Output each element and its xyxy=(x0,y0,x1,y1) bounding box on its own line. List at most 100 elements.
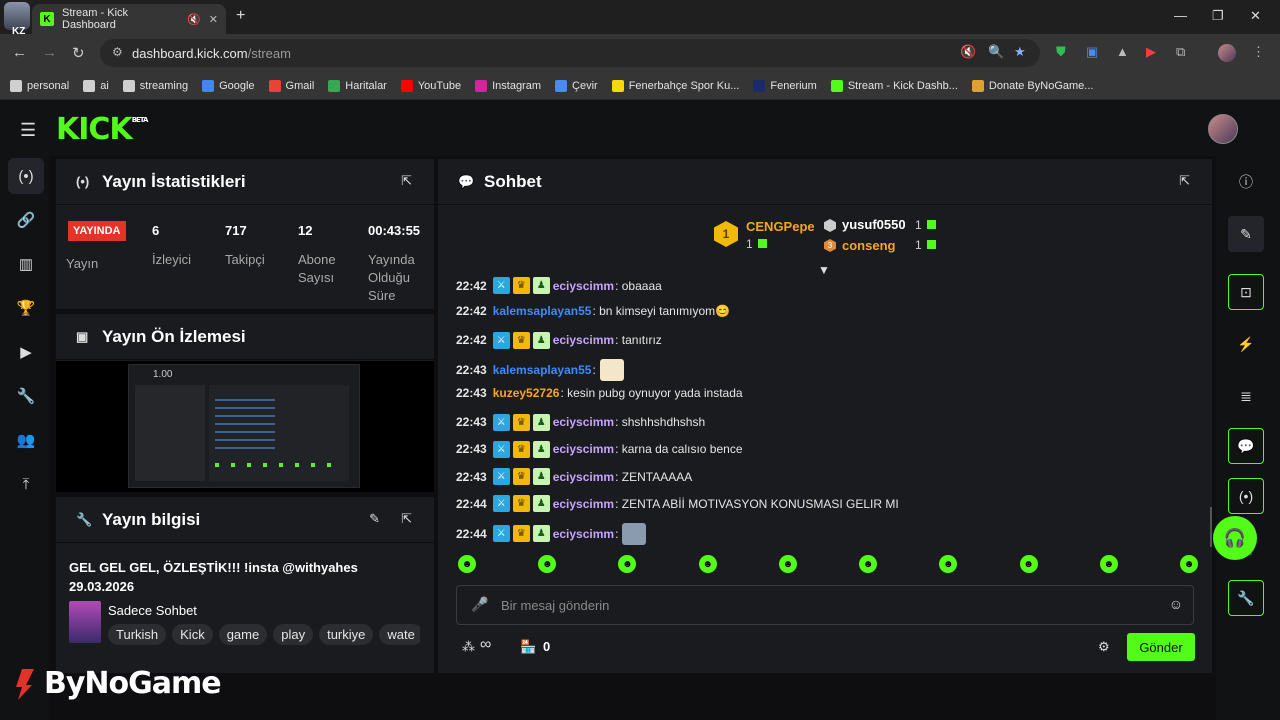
extensions-puzzle-icon[interactable]: ⧉ xyxy=(1176,44,1185,60)
extension-translate-icon[interactable]: ▣ xyxy=(1086,44,1098,60)
bookmark-item[interactable]: Çevir xyxy=(555,79,598,92)
media-muted-icon[interactable]: 🔇 xyxy=(960,44,976,60)
info-icon[interactable]: ⓘ xyxy=(1228,164,1264,200)
chat-toggle-icon[interactable]: 💬 xyxy=(1228,428,1264,464)
quick-emote-icon[interactable]: ☻ xyxy=(859,555,878,573)
video-icon[interactable]: ▶ xyxy=(8,334,44,370)
browser-profile-icon[interactable] xyxy=(1218,44,1236,62)
third-user[interactable]: conseng xyxy=(842,238,895,253)
quick-emote-icon[interactable]: ☻ xyxy=(538,555,557,573)
bookmark-item[interactable]: YouTube xyxy=(400,79,461,92)
browser-menu-icon[interactable]: ⋮ xyxy=(1252,44,1265,60)
microphone-icon[interactable]: 🎤 xyxy=(471,596,488,613)
broadcast-toggle-icon[interactable]: (•) xyxy=(1228,478,1264,514)
first-user[interactable]: CENGPepe xyxy=(746,219,815,234)
forward-icon[interactable]: → xyxy=(42,44,57,61)
message-username[interactable]: kuzey52726 xyxy=(493,386,560,400)
close-tab-icon[interactable]: ✕ xyxy=(209,13,218,26)
category-name[interactable]: Sadece Sohbet xyxy=(108,603,197,618)
tag-chip[interactable]: game xyxy=(218,624,268,645)
link-icon[interactable]: 🔗 xyxy=(8,202,44,238)
close-window-icon[interactable]: ✕ xyxy=(1250,8,1261,24)
bookmark-item[interactable]: streaming xyxy=(122,79,188,92)
tag-chip[interactable]: Kick xyxy=(172,624,213,645)
chat-scrollbar[interactable] xyxy=(1210,507,1212,547)
chat-popout-icon[interactable]: ⇱ xyxy=(1179,173,1190,189)
restore-window-icon[interactable]: ❐ xyxy=(1212,8,1224,24)
chat-message[interactable]: 22:43 kalemsaplayan55: xyxy=(456,358,624,381)
quick-emote-icon[interactable]: ☻ xyxy=(698,555,717,573)
stream-broadcast-icon[interactable]: (•) xyxy=(8,158,44,194)
trophy-icon[interactable]: 🏆 xyxy=(8,290,44,326)
stream-preview-video[interactable]: 1.00 xyxy=(56,361,434,492)
chat-message[interactable]: 22:42 ⚔ ♛ ♟ eciyscimm: tanıtırız xyxy=(456,331,662,349)
second-user[interactable]: yusuf0550 xyxy=(842,217,906,232)
bookmark-item[interactable]: personal xyxy=(10,79,69,92)
bookmark-item[interactable]: Google xyxy=(202,79,255,92)
chat-message[interactable]: 22:44 ⚔ ♛ ♟ eciyscimm: xyxy=(456,522,647,545)
chat-message[interactable]: 22:44 ⚔ ♛ ♟ eciyscimm: ZENTA ABİİ MOTIVASYON… xyxy=(456,495,899,513)
quick-emote-icon[interactable]: ☻ xyxy=(1179,555,1198,573)
tag-chip[interactable]: Turkish xyxy=(108,624,167,645)
site-info-icon[interactable]: ⚙ xyxy=(112,45,123,59)
analytics-icon[interactable]: ▥ xyxy=(8,246,44,282)
hamburger-menu-icon[interactable]: ☰ xyxy=(20,120,36,141)
users-icon[interactable]: 👥 xyxy=(8,422,44,458)
chat-message[interactable]: 22:42 ⚔ ♛ ♟ eciyscimm: obaaaa xyxy=(456,277,662,294)
message-username[interactable]: kalemsaplayan55 xyxy=(493,363,592,377)
edit-icon[interactable]: ✎ xyxy=(1228,216,1264,252)
quick-emote-icon[interactable]: ☻ xyxy=(1099,555,1118,573)
chat-message[interactable]: 22:43 ⚔ ♛ ♟ eciyscimm: ZENTAAAAA xyxy=(456,468,692,486)
quick-emote-icon[interactable]: ☻ xyxy=(458,555,476,573)
mute-tab-icon[interactable]: 🔇 xyxy=(187,13,201,26)
send-button[interactable]: Gönder xyxy=(1127,633,1195,661)
screenshot-icon[interactable]: ⊡ xyxy=(1228,274,1264,310)
store-icon[interactable]: 🏪 xyxy=(520,639,536,655)
message-username[interactable]: eciyscimm xyxy=(553,470,614,484)
chat-message[interactable]: 22:43 ⚔ ♛ ♟ eciyscimm: karna da calısıo benc… xyxy=(456,440,743,458)
message-username[interactable]: eciyscimm xyxy=(553,442,614,456)
message-username[interactable]: kalemsaplayan55 xyxy=(493,304,592,318)
bookmark-item[interactable]: Donate ByNoGame... xyxy=(971,79,1093,92)
message-username[interactable]: eciyscimm xyxy=(553,415,614,429)
points-icon[interactable]: ⁂ xyxy=(462,639,475,655)
zoom-icon[interactable]: 🔍 xyxy=(988,44,1004,60)
quick-emote-icon[interactable]: ☻ xyxy=(939,555,958,573)
browser-tab-active[interactable]: K Stream - Kick Dashboard 🔇 ✕ xyxy=(32,4,226,34)
extension-dark-icon[interactable]: ▲ xyxy=(1116,44,1129,59)
tag-chip[interactable]: wate xyxy=(379,624,420,645)
tag-chip[interactable]: play xyxy=(273,624,314,645)
kick-logo[interactable]: KICKBETA xyxy=(56,112,148,147)
minimize-window-icon[interactable]: — xyxy=(1174,8,1187,23)
quick-emote-icon[interactable]: ☻ xyxy=(618,555,637,573)
info-popout-icon[interactable]: ⇱ xyxy=(401,511,412,527)
lightning-icon[interactable]: ⚡ xyxy=(1228,326,1264,362)
chat-message[interactable]: 22:43 kuzey52726: kesin pubg oynuyor yada… xyxy=(456,386,743,400)
tools-icon[interactable]: 🔧 xyxy=(1228,580,1264,616)
notes-icon[interactable]: ≣ xyxy=(1228,378,1264,414)
chat-message[interactable]: 22:43 ⚔ ♛ ♟ eciyscimm: shshhshdhshsh xyxy=(456,413,705,431)
message-username[interactable]: eciyscimm xyxy=(553,497,614,511)
new-tab-button[interactable]: + xyxy=(236,7,245,25)
address-bar[interactable]: ⚙ dashboard.kick.com/stream xyxy=(100,39,1040,67)
tag-chip[interactable]: turkiye xyxy=(319,624,374,645)
bookmark-item[interactable]: Gmail xyxy=(268,79,314,92)
support-headset-button[interactable]: 🎧 xyxy=(1213,516,1257,560)
expand-leaderboard-icon[interactable]: ▼ xyxy=(818,263,830,277)
bookmark-item[interactable]: ai xyxy=(83,79,109,92)
quick-emote-icon[interactable]: ☻ xyxy=(778,555,797,573)
bookmark-item[interactable]: Haritalar xyxy=(328,79,387,92)
extension-youtube-icon[interactable]: ▶ xyxy=(1146,44,1156,60)
bookmark-item[interactable]: Stream - Kick Dashb... xyxy=(830,79,958,92)
bookmark-star-icon[interactable]: ★ xyxy=(1014,44,1026,60)
wrench-icon[interactable]: 🔧 xyxy=(8,378,44,414)
stats-popout-icon[interactable]: ⇱ xyxy=(401,173,412,189)
quick-emote-icon[interactable]: ☻ xyxy=(1019,555,1038,573)
chat-message[interactable]: 22:42 kalemsaplayan55: bn kimseyi tanımıy… xyxy=(456,304,730,318)
chat-settings-icon[interactable]: ⚙ xyxy=(1098,639,1110,655)
bookmark-item[interactable]: Fenerium xyxy=(753,79,817,92)
reload-icon[interactable]: ↻ xyxy=(72,44,85,62)
back-icon[interactable]: ← xyxy=(12,44,27,61)
user-avatar[interactable] xyxy=(1208,114,1238,144)
extension-shield-icon[interactable]: ⛊ xyxy=(1056,44,1066,60)
